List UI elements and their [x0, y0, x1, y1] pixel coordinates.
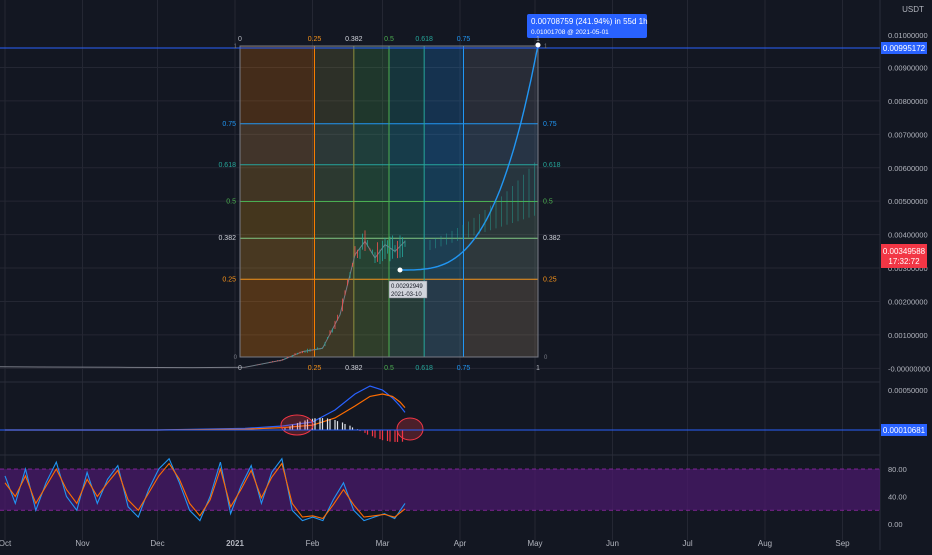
- macd-value-text: 0.00010681: [883, 426, 926, 435]
- fib-time-zone-box[interactable]: [239, 45, 539, 358]
- stoch-tick-label: 80.00: [888, 465, 907, 474]
- fib-time-label-bottom: 0: [238, 365, 242, 372]
- start-label-date: 2021-03-10: [391, 292, 422, 298]
- time-tick-label: 2021: [226, 539, 244, 548]
- price-tick-label: 0.00400000: [888, 231, 928, 240]
- fib-price-label-right: 0.5: [543, 199, 553, 206]
- projection-end-point[interactable]: [535, 42, 541, 48]
- macd-tick-label: 0.00050000: [888, 386, 928, 395]
- currency-label: USDT: [902, 5, 924, 14]
- time-tick-label: May: [527, 539, 542, 548]
- price-tick-label: 0.00700000: [888, 130, 928, 139]
- fib-price-label-left: 0.618: [218, 162, 236, 169]
- fib-time-label-top: 0: [238, 36, 242, 43]
- price-tick-label: 0.00800000: [888, 97, 928, 106]
- price-tick-label: 0.00200000: [888, 297, 928, 306]
- fib-time-label-bottom: 0.75: [457, 365, 471, 372]
- time-tick-label: Sep: [835, 539, 850, 548]
- price-tick-label: 0.00100000: [888, 331, 928, 340]
- fib-price-label-left: 0.75: [222, 121, 236, 128]
- projection-start-point[interactable]: [397, 267, 403, 273]
- time-tick-label: Oct: [0, 539, 12, 548]
- price-tick-label: 0.00900000: [888, 63, 928, 72]
- fib-time-label-top: 0.75: [457, 36, 471, 43]
- fib-price-label-right: 0.25: [543, 276, 557, 283]
- tooltip-subline: 0.01001708 @ 2021-05-01: [531, 29, 609, 36]
- fib-time-label-bottom: 1: [536, 365, 540, 372]
- fib-time-label-bottom: 0.5: [384, 365, 394, 372]
- tooltip-headline: 0.00708759 (241.94%) in 55d 1h: [531, 17, 648, 26]
- time-tick-label: Feb: [306, 539, 320, 548]
- stoch-tick-label: 40.00: [888, 493, 907, 502]
- target-price-text: 0.00995172: [883, 44, 926, 53]
- fib-time-label-bottom: 0.618: [415, 365, 433, 372]
- fib-price-label-left: 0.25: [222, 276, 236, 283]
- start-point-label[interactable]: 0.00292949 2021-03-10: [388, 280, 428, 299]
- fib-price-label-left: 0.5: [226, 199, 236, 206]
- macd-highlight-right: [396, 417, 424, 441]
- time-tick-label: Aug: [758, 539, 772, 548]
- time-tick-label: Nov: [75, 539, 89, 548]
- current-price-text: 0.00349588: [883, 247, 926, 256]
- time-tick-label: Jul: [682, 539, 692, 548]
- price-tick-label: 0.00600000: [888, 164, 928, 173]
- time-tick-label: Jun: [606, 539, 619, 548]
- time-tick-label: Dec: [150, 539, 164, 548]
- fib-time-label-top: 0.382: [345, 36, 363, 43]
- price-tick-label-partial: 0.01000000: [888, 31, 928, 40]
- fib-time-label-top: 0.25: [308, 36, 322, 43]
- price-tick-label: -0.00000000: [888, 364, 930, 373]
- fib-time-label-top: 0.5: [384, 36, 394, 43]
- fib-price-label-right: 0.382: [543, 235, 561, 242]
- start-label-price: 0.00292949: [391, 284, 423, 290]
- fib-price-label-right: 0.618: [543, 162, 561, 169]
- fib-time-label-bottom: 0.25: [308, 365, 322, 372]
- macd-value-tag: 0.00010681: [881, 424, 927, 436]
- chart-canvas[interactable]: 0.00900000 0.00800000 0.00700000 0.00600000…: [0, 0, 932, 550]
- measure-tooltip[interactable]: 0.00708759 (241.94%) in 55d 1h 0.0100170…: [527, 14, 648, 38]
- fib-price-label-left: 0.382: [218, 235, 236, 242]
- fib-time-label-top: 0.618: [415, 36, 433, 43]
- macd-highlight-left: [280, 414, 314, 436]
- fib-price-label-right: 0.75: [543, 121, 557, 128]
- target-price-tag: 0.00995172: [881, 42, 927, 54]
- time-tick-label: Apr: [454, 539, 467, 548]
- current-price-tag: 0.00349588 17:32:72: [881, 244, 927, 268]
- fib-time-label-bottom: 0.382: [345, 365, 363, 372]
- time-tick-label: Mar: [376, 539, 390, 548]
- stoch-tick-label: 0.00: [888, 520, 903, 529]
- countdown-text: 17:32:72: [888, 257, 920, 266]
- trading-chart[interactable]: 0.00900000 0.00800000 0.00700000 0.00600000…: [0, 0, 932, 550]
- price-tick-label: 0.00500000: [888, 197, 928, 206]
- fib-time-label-top: 1: [536, 36, 540, 43]
